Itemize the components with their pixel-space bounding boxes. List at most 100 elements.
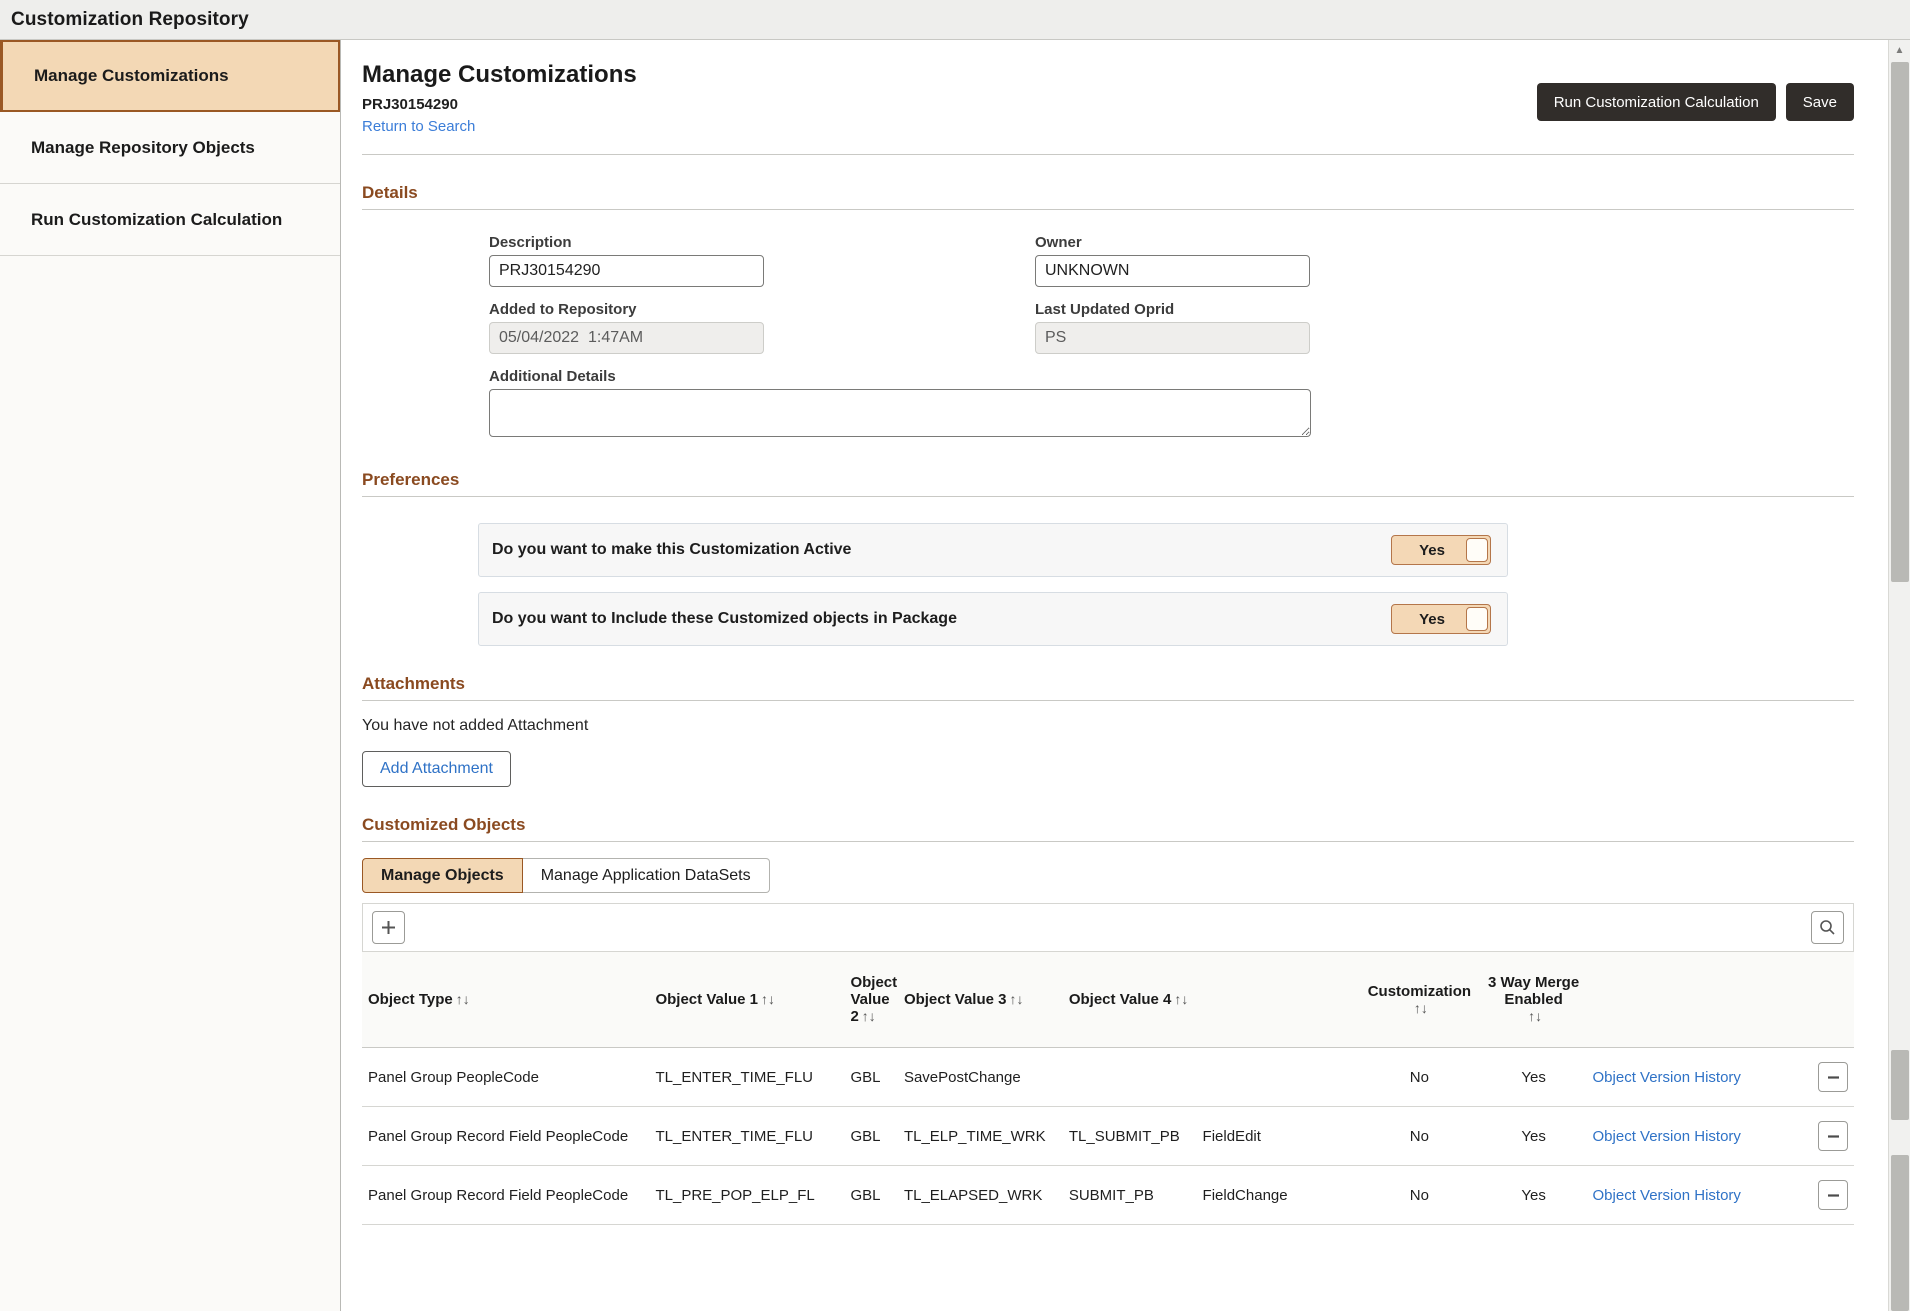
cell-customization: No [1358,1166,1481,1225]
sidebar-item-manage-repository-objects[interactable]: Manage Repository Objects [0,112,340,184]
cell-object-value-3: SavePostChange [898,1048,1063,1107]
cell-3-way-merge-enabled: Yes [1481,1107,1587,1166]
save-button[interactable]: Save [1786,83,1854,121]
cell-event-name [1197,1048,1359,1107]
cell-version-history: Object Version History [1587,1166,1776,1225]
tab-label: Manage Application DataSets [541,867,751,885]
cell-object-type: Panel Group Record Field PeopleCode [362,1107,649,1166]
column-header-unlabeled-event [1197,952,1359,1048]
customized-objects-section: Customized Objects Manage Objects Manage… [362,815,1854,1225]
sort-icon[interactable]: ↑↓ [1174,991,1188,1007]
column-header-object-type[interactable]: Object Type↑↓ [362,952,649,1048]
column-label: Customization [1368,983,1471,1000]
cell-object-type: Panel Group Record Field PeopleCode [362,1166,649,1225]
cell-object-value-4: SUBMIT_PB [1063,1166,1197,1225]
scroll-up-arrow-icon[interactable]: ▲ [1889,40,1910,60]
object-version-history-link[interactable]: Object Version History [1593,1128,1741,1145]
sort-icon[interactable]: ↑↓ [1414,1000,1428,1016]
details-section: Details [362,183,1854,210]
object-version-history-link[interactable]: Object Version History [1593,1187,1741,1204]
cell-object-value-3: TL_ELAPSED_WRK [898,1166,1063,1225]
sort-icon[interactable]: ↑↓ [862,1008,876,1024]
return-to-search-link[interactable]: Return to Search [362,118,475,135]
sidebar: Manage Customizations Manage Repository … [0,40,341,1311]
main-content: Manage Customizations PRJ30154290 Return… [341,40,1910,1311]
sort-icon[interactable]: ↑↓ [1528,1008,1542,1024]
customized-objects-tabs: Manage Objects Manage Application DataSe… [362,858,1854,893]
additional-details-group: Additional Details [341,368,1882,442]
add-attachment-button[interactable]: Add Attachment [362,751,511,787]
owner-input[interactable] [1035,255,1310,287]
toggle-knob [1466,538,1488,562]
minus-icon[interactable] [1818,1180,1848,1210]
table-row: Panel Group Record Field PeopleCode TL_P… [362,1166,1854,1225]
page-header: Manage Customizations PRJ30154290 Return… [341,40,1882,136]
preference-label: Do you want to make this Customization A… [492,541,1391,559]
sidebar-item-run-customization-calculation[interactable]: Run Customization Calculation [0,184,340,256]
cell-remove [1776,1166,1854,1225]
cell-customization: No [1358,1107,1481,1166]
column-header-object-value-4[interactable]: Object Value 4↑↓ [1063,952,1197,1048]
scrollbar-thumb-tertiary[interactable] [1891,1155,1909,1311]
details-left-column: Description Added to Repository [489,234,1035,368]
tab-manage-application-datasets[interactable]: Manage Application DataSets [523,858,770,893]
table-row: Panel Group Record Field PeopleCode TL_E… [362,1107,1854,1166]
preferences-section-title: Preferences [362,470,1854,497]
attachments-empty-text: You have not added Attachment [362,717,1854,735]
sort-icon[interactable]: ↑↓ [761,991,775,1007]
column-label: Object Value 4 [1069,991,1172,1008]
minus-icon[interactable] [1818,1121,1848,1151]
column-header-customization[interactable]: Customization ↑↓ [1358,952,1481,1048]
sidebar-item-label: Manage Repository Objects [31,138,255,158]
tab-label: Manage Objects [381,867,504,885]
cell-object-value-2: GBL [844,1107,897,1166]
preference-row-customization-active: Do you want to make this Customization A… [478,523,1508,577]
vertical-scrollbar[interactable]: ▲ [1888,40,1910,1311]
customization-active-toggle[interactable]: Yes [1391,535,1491,565]
details-body: Description Added to Repository Owner La… [341,210,1882,368]
tab-manage-objects[interactable]: Manage Objects [362,858,523,893]
added-to-repository-value [489,322,764,354]
preference-row-include-in-package: Do you want to Include these Customized … [478,592,1508,646]
sidebar-item-label: Manage Customizations [34,66,229,86]
description-label: Description [489,234,1035,251]
toggle-knob [1466,607,1488,631]
sidebar-empty-space [0,256,340,1311]
sort-icon[interactable]: ↑↓ [456,991,470,1007]
scrollbar-thumb[interactable] [1891,62,1909,582]
run-customization-calculation-button[interactable]: Run Customization Calculation [1537,83,1776,121]
cell-object-value-3: TL_ELP_TIME_WRK [898,1107,1063,1166]
additional-details-label: Additional Details [489,368,1882,385]
sort-icon[interactable]: ↑↓ [1009,991,1023,1007]
preferences-section: Preferences [362,470,1854,497]
last-updated-oprid-value [1035,322,1310,354]
scrollbar-thumb-secondary[interactable] [1891,1050,1909,1120]
include-in-package-toggle[interactable]: Yes [1391,604,1491,634]
column-header-remove [1776,952,1854,1048]
preference-label: Do you want to Include these Customized … [492,610,1391,628]
column-header-3-way-merge-enabled[interactable]: 3 Way Merge Enabled ↑↓ [1481,952,1587,1048]
attachments-body: You have not added Attachment Add Attach… [362,701,1854,787]
description-input[interactable] [489,255,764,287]
cell-object-value-1: TL_ENTER_TIME_FLU [649,1048,844,1107]
column-header-version-history [1587,952,1776,1048]
sidebar-item-manage-customizations[interactable]: Manage Customizations [0,40,340,112]
column-header-object-value-1[interactable]: Object Value 1↑↓ [649,952,844,1048]
owner-label: Owner [1035,234,1581,251]
minus-icon[interactable] [1818,1062,1848,1092]
cell-version-history: Object Version History [1587,1048,1776,1107]
search-icon[interactable] [1811,911,1844,944]
cell-event-name: FieldChange [1197,1166,1359,1225]
header-divider [362,154,1854,155]
cell-object-value-1: TL_ENTER_TIME_FLU [649,1107,844,1166]
details-right-column: Owner Last Updated Oprid [1035,234,1581,368]
cell-object-value-2: GBL [844,1166,897,1225]
description-field-group: Description [489,234,1035,287]
plus-icon[interactable] [372,911,405,944]
additional-details-textarea[interactable] [489,389,1311,437]
preferences-body: Do you want to make this Customization A… [341,497,1882,646]
column-header-object-value-3[interactable]: Object Value 3↑↓ [898,952,1063,1048]
content-inner: Manage Customizations PRJ30154290 Return… [341,40,1910,1225]
column-header-object-value-2[interactable]: Object Value 2↑↓ [844,952,897,1048]
object-version-history-link[interactable]: Object Version History [1593,1069,1741,1086]
